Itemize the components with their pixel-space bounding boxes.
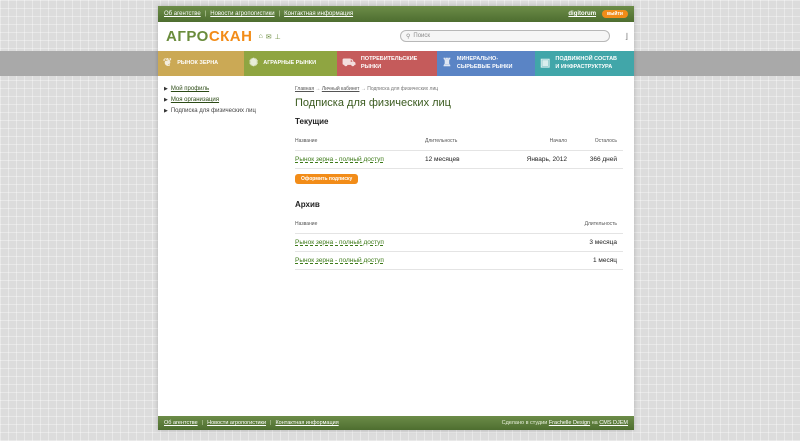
footer-links: Об агентстве | Новости агропогистики | К… bbox=[164, 420, 339, 426]
duration-cell: 12 месяцев bbox=[425, 150, 505, 169]
search-icon: ⚲ bbox=[406, 33, 411, 40]
breadcrumb-current: Подписка для физических лиц bbox=[367, 86, 439, 92]
cms-link[interactable]: CMS DJEM bbox=[599, 420, 628, 426]
current-subscriptions-table: Название Длительность Начало Осталось Ры… bbox=[295, 134, 623, 169]
user-area: digitorum выйти bbox=[568, 10, 628, 18]
nav-label: Рынок зерна bbox=[177, 59, 219, 66]
footer-link-contacts[interactable]: Контактная информация bbox=[275, 420, 338, 426]
tower-icon: ♜ bbox=[442, 57, 452, 70]
footer-link-about[interactable]: Об агентстве bbox=[164, 420, 198, 426]
duration-cell: 3 месяца bbox=[524, 233, 623, 252]
subscription-link[interactable]: Рынок зерна - полный доступ bbox=[295, 257, 384, 264]
subscription-name-cell: Рынок зерна - полный доступ bbox=[295, 233, 525, 252]
subscription-link[interactable]: Рынок зерна - полный доступ bbox=[295, 156, 384, 163]
table-row: Рынок зерна - полный доступ 3 месяца bbox=[295, 233, 623, 252]
separator: | bbox=[270, 420, 272, 426]
top-bar: Об агентстве | Новости агропогистики | К… bbox=[158, 6, 634, 22]
footer: Об агентстве | Новости агропогистики | К… bbox=[158, 416, 634, 430]
mail-icon[interactable]: ✉ bbox=[266, 33, 272, 41]
nav-label: Аграрные рынки bbox=[263, 59, 317, 66]
table-header: Название Длительность Начало Осталось bbox=[295, 134, 623, 151]
breadcrumb-cabinet[interactable]: Личный кабинет bbox=[322, 86, 360, 92]
username-link[interactable]: digitorum bbox=[568, 11, 596, 17]
sidebar-item-label: Моя организация bbox=[170, 97, 220, 103]
start-cell: Январь, 2012 bbox=[505, 150, 573, 169]
footer-link-news[interactable]: Новости агропогистики bbox=[207, 420, 266, 426]
nav-minerals[interactable]: ♜ Минерально-сырьевые рынки bbox=[437, 51, 535, 76]
sidebar: ▶ Мой профиль ▶ Моя организация ▶ Подпис… bbox=[158, 86, 262, 270]
credit-prefix: Сделано в студии bbox=[501, 420, 548, 426]
col-duration: Длительность bbox=[425, 134, 505, 151]
content: ▶ Мой профиль ▶ Моя организация ▶ Подпис… bbox=[158, 76, 634, 270]
header: АГРОСКАН ⌂ ✉ ⊥ ⚲ Поиск ⌋ bbox=[158, 22, 634, 51]
nav-label: Минерально-сырьевые рынки bbox=[456, 56, 513, 70]
nav-grain[interactable]: ❦ Рынок зерна bbox=[158, 51, 244, 76]
sitemap-icon[interactable]: ⊥ bbox=[275, 33, 281, 41]
table-row: Рынок зерна - полный доступ 1 месяц bbox=[295, 251, 623, 270]
col-name: Название bbox=[295, 134, 425, 151]
top-link-news[interactable]: Новости агропогистики bbox=[210, 11, 274, 17]
subscription-name-cell: Рынок зерна - полный доступ bbox=[295, 251, 525, 270]
studio-link[interactable]: Frachelle Design bbox=[549, 420, 590, 426]
sunflower-icon: ✺ bbox=[249, 57, 259, 70]
arrow-right-icon: ▶ bbox=[164, 97, 168, 103]
separator: | bbox=[201, 420, 204, 426]
home-icon[interactable]: ⌂ bbox=[258, 33, 262, 41]
top-link-about[interactable]: Об агентстве bbox=[164, 11, 201, 17]
nav-consumer[interactable]: ⛟ Потребительские рынки bbox=[337, 51, 437, 76]
left-cell: 366 дней bbox=[573, 150, 623, 169]
sidebar-item-label: Подписка для физических лиц bbox=[170, 108, 256, 114]
corner-icon: ⌋ bbox=[624, 32, 628, 41]
page-title: Подписка для физических лиц bbox=[295, 97, 451, 109]
credit-mid: на bbox=[591, 420, 598, 426]
wheat-icon: ❦ bbox=[163, 57, 173, 70]
subscribe-button[interactable]: Оформить подписку bbox=[295, 174, 359, 184]
top-link-contacts[interactable]: Контактная информация bbox=[284, 11, 353, 17]
col-name: Название bbox=[295, 217, 525, 234]
col-duration: Длительность bbox=[524, 217, 623, 234]
search-placeholder: Поиск bbox=[413, 33, 431, 39]
breadcrumb-sep: → bbox=[315, 86, 321, 92]
table-header: Название Длительность bbox=[295, 217, 623, 234]
arrow-right-icon: ▶ bbox=[164, 86, 168, 92]
sidebar-item-profile[interactable]: ▶ Мой профиль bbox=[164, 86, 262, 92]
search-input[interactable]: ⚲ Поиск bbox=[400, 30, 610, 42]
nav-label: Потребительские рынки bbox=[360, 56, 418, 70]
separator: | bbox=[278, 11, 281, 17]
cart-icon: ⛟ bbox=[342, 57, 356, 70]
breadcrumb: Главная → Личный кабинет → Подписка для … bbox=[295, 86, 625, 92]
arrow-right-icon: ▶ bbox=[164, 108, 168, 114]
archive-section: Архив Название Длительность Рынок зерна … bbox=[295, 200, 625, 270]
footer-credit: Сделано в студии Frachelle Design на CMS… bbox=[502, 420, 628, 426]
col-start: Начало bbox=[505, 134, 573, 151]
subscription-name-cell: Рынок зерна - полный доступ bbox=[295, 150, 425, 169]
nav-label: Подвижной состав и инфраструктура bbox=[555, 56, 618, 70]
sidebar-item-label: Мой профиль bbox=[170, 86, 210, 92]
nav-agro[interactable]: ✺ Аграрные рынки bbox=[244, 51, 337, 76]
col-left: Осталось bbox=[573, 134, 623, 151]
table-row: Рынок зерна - полный доступ 12 месяцев Я… bbox=[295, 150, 623, 169]
logo-part2: СКАН bbox=[208, 28, 253, 45]
duration-cell: 1 месяц bbox=[524, 251, 623, 270]
nav-rolling-stock[interactable]: ▣ Подвижной состав и инфраструктура bbox=[535, 51, 634, 76]
breadcrumb-sep: → bbox=[360, 86, 366, 92]
breadcrumb-home[interactable]: Главная bbox=[295, 86, 314, 92]
logo[interactable]: АГРОСКАН bbox=[166, 28, 252, 45]
top-links: Об агентстве | Новости агропогистики | К… bbox=[164, 11, 353, 17]
separator: | bbox=[204, 11, 207, 17]
subscription-link[interactable]: Рынок зерна - полный доступ bbox=[295, 239, 384, 246]
sidebar-item-organization[interactable]: ▶ Моя организация bbox=[164, 97, 262, 103]
logo-part1: АГРО bbox=[166, 28, 209, 45]
main-nav: ❦ Рынок зерна ✺ Аграрные рынки ⛟ Потреби… bbox=[158, 51, 634, 76]
logout-button[interactable]: выйти bbox=[602, 10, 628, 18]
main-content: Главная → Личный кабинет → Подписка для … bbox=[295, 86, 625, 270]
page-container: Об агентстве | Новости агропогистики | К… bbox=[158, 6, 634, 430]
archive-section-title: Архив bbox=[295, 200, 320, 209]
header-icons: ⌂ ✉ ⊥ bbox=[258, 33, 280, 41]
current-section-title: Текущие bbox=[295, 117, 329, 126]
train-icon: ▣ bbox=[540, 57, 551, 70]
archive-table: Название Длительность Рынок зерна - полн… bbox=[295, 217, 623, 270]
sidebar-item-subscription[interactable]: ▶ Подписка для физических лиц bbox=[164, 108, 262, 114]
